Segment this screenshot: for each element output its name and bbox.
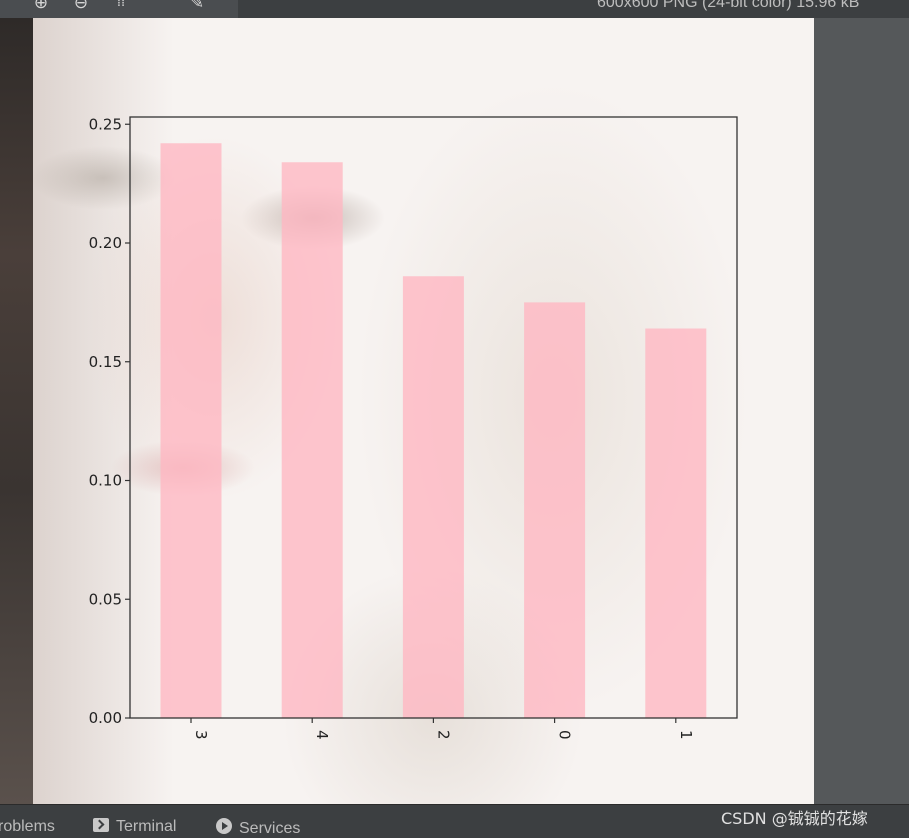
problems-tab-label: roblems	[0, 818, 55, 835]
bar-1	[645, 328, 707, 718]
y-tick-label-0.10: 0.10	[89, 472, 122, 490]
bar-chart: 0.00 0.05 0.10 0.15 0.20 0.25 3 4 2 0 1	[89, 115, 738, 740]
terminal-icon	[93, 818, 109, 832]
image-info-label: 600x600 PNG (24-bit color) 15.96 kB	[597, 0, 860, 11]
zoom-in-icon[interactable]: ⊕	[32, 0, 50, 12]
services-icon	[216, 818, 232, 834]
y-tick-label-0.00: 0.00	[89, 709, 122, 727]
bar-4	[281, 162, 343, 718]
x-axis: 3 4 2 0 1	[190, 718, 695, 740]
services-tab[interactable]: Services	[216, 818, 300, 838]
services-tab-label: Services	[239, 820, 301, 837]
zoom-out-icon[interactable]: ⊖	[72, 0, 90, 12]
image-canvas: 0.00 0.05 0.10 0.15 0.20 0.25 3 4 2 0 1	[33, 18, 814, 804]
x-tick-label-3: 3	[192, 730, 210, 740]
color-picker-icon[interactable]: ✎	[188, 0, 206, 12]
photo-edge	[0, 18, 33, 804]
x-tick-label-4: 4	[313, 730, 331, 740]
y-tick-label-0.05: 0.05	[89, 590, 122, 608]
y-tick-label-0.25: 0.25	[89, 115, 122, 133]
csdn-watermark: CSDN @铖铖的花嫁	[721, 809, 868, 828]
y-axis: 0.00 0.05 0.10 0.15 0.20 0.25	[89, 115, 130, 727]
y-tick-label-0.20: 0.20	[89, 234, 122, 252]
x-tick-label-2: 2	[434, 730, 452, 740]
bars-layer	[160, 143, 707, 718]
image-viewer-toolbar: ⊕ ⊖ ⁞⁞ ✎ 600x600 PNG (24-bit color) 15.9…	[0, 0, 909, 18]
right-side-panel	[814, 18, 909, 804]
bar-2	[402, 276, 464, 718]
terminal-tab[interactable]: Terminal	[93, 818, 176, 836]
y-tick-label-0.15: 0.15	[89, 353, 122, 371]
terminal-tab-label: Terminal	[116, 818, 177, 835]
bar-3	[160, 143, 222, 718]
problems-tab[interactable]: roblems	[0, 818, 55, 836]
bar-0	[524, 302, 586, 718]
grid-icon[interactable]: ⁞⁞	[112, 0, 130, 12]
toolbar-left-group: ⊕ ⊖ ⁞⁞ ✎	[0, 0, 238, 18]
x-tick-label-1: 1	[677, 730, 695, 740]
x-tick-label-0: 0	[556, 730, 574, 740]
